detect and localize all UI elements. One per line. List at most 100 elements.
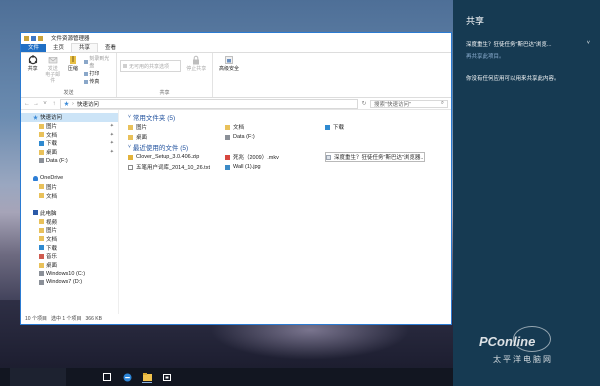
stop-sharing-label: 停止共享 [186, 66, 207, 72]
item-label: 桌面 [136, 135, 148, 141]
reshare-link[interactable]: 再共享此项目。 [466, 52, 600, 60]
nav-item[interactable]: 视频 [21, 217, 118, 226]
shared-item-dropdown[interactable]: 深度重生？狂徒任务"斯巴达"浏览... ˅ [466, 40, 600, 48]
watermark-subtitle: 太平洋电脑网 [493, 355, 553, 364]
frequent-folders-grid: 图片 文档 下载桌面 Data (F:) [128, 122, 451, 142]
recent-file-item[interactable]: 死兆（2009）.mkv [225, 152, 325, 162]
properties-icon[interactable] [31, 35, 36, 41]
share-pane-title: 共享 [466, 16, 485, 26]
frequent-folder-item[interactable]: Data (F:) [225, 132, 325, 142]
item-label: 五笔用户词库_2014_10_26.txt [136, 165, 210, 171]
nav-item[interactable]: 图片 [21, 183, 118, 192]
item-label: 深度重生？狂徒任务"斯巴达"浏览器... [334, 155, 425, 161]
recent-file-item[interactable]: 深度重生？狂徒任务"斯巴达"浏览器... [325, 152, 425, 162]
nav-item[interactable]: 文档 [21, 191, 118, 200]
fax-button[interactable]: 传真 [84, 78, 113, 85]
nav-item[interactable]: 文档 [21, 235, 118, 244]
nav-item-label: 桌面 [46, 150, 58, 157]
section-frequent-folders[interactable]: ˅ 常用文件夹 (5) [128, 112, 451, 122]
frequent-folder-item[interactable]: 文档 [225, 122, 325, 132]
recent-file-item[interactable]: 五笔用户词库_2014_10_26.txt [128, 162, 225, 172]
email-button[interactable]: 发送 电子邮件 [44, 55, 61, 85]
nav-item-label: 图片 [46, 124, 58, 131]
nav-item[interactable]: 快速访问 [21, 113, 118, 122]
tab-home[interactable]: 主页 [46, 44, 71, 52]
nav-item[interactable]: 图片 [21, 226, 118, 235]
pin-icon[interactable]: ✦ [110, 149, 114, 155]
nav-item[interactable]: 桌面 ✦ [21, 148, 118, 157]
nav-item[interactable]: 图片 ✦ [21, 122, 118, 131]
recent-file-item[interactable]: Wall (1).jpg [225, 162, 325, 172]
send-small-buttons: 刻录到光盘 打印 传真 [84, 55, 113, 85]
task-view-glyph [103, 373, 111, 381]
nav-item[interactable]: 下载 ✦ [21, 139, 118, 148]
chevron-down-icon: ˅ [128, 114, 131, 120]
tab-view[interactable]: 查看 [98, 44, 123, 52]
edge-glyph [123, 373, 131, 381]
address-path: 快速访问 [76, 101, 99, 108]
nav-item[interactable]: OneDrive [21, 174, 118, 183]
nav-item-label: 文档 [46, 193, 58, 200]
new-folder-icon[interactable] [38, 35, 43, 41]
share-with-label: 无可用的共享选项 [129, 63, 170, 70]
item-label: 文档 [233, 125, 245, 131]
nav-item[interactable]: Windows10 (C:) [21, 269, 118, 278]
stop-sharing-button[interactable]: 停止共享 [184, 55, 209, 72]
title-bar: 文件资源管理器 [21, 33, 451, 43]
star-icon [64, 101, 69, 106]
section-recent-files[interactable]: ˅ 最近使用的文件 (5) [128, 142, 451, 152]
print-button[interactable]: 打印 [84, 70, 113, 77]
nav-item-label: OneDrive [40, 175, 64, 182]
store-icon[interactable] [162, 372, 172, 382]
recent-file-item[interactable]: Clover_Setup_3.0.406.zip [128, 152, 225, 162]
pin-icon[interactable]: ✦ [110, 132, 114, 138]
nav-item[interactable]: Windows7 (D:) [21, 278, 118, 287]
tab-share[interactable]: 共享 [71, 43, 99, 52]
tab-file[interactable]: 文件 [21, 44, 47, 52]
nav-item[interactable]: 此电脑 [21, 209, 118, 218]
status-bar: 10 个项目 选中 1 个项目 366 KB [21, 314, 451, 323]
explorer-body: 快速访问 图片 ✦ 文档 ✦ 下载 ✦ 桌面 ✦ Data (F:) OneDrive 图片 文档 此电脑… [21, 110, 451, 314]
people-icon [123, 64, 127, 68]
forward-arrow-icon[interactable]: → [33, 101, 39, 107]
pin-icon[interactable]: ✦ [110, 123, 114, 129]
nav-item[interactable]: Data (F:) [21, 156, 118, 165]
up-arrow-icon[interactable]: ↑ [51, 101, 57, 107]
nav-item[interactable]: 桌面 [21, 261, 118, 270]
folder-icon [24, 35, 29, 41]
task-view-icon[interactable] [102, 372, 112, 382]
nav-item[interactable]: 下载 [21, 243, 118, 252]
pin-icon[interactable]: ✦ [110, 140, 114, 146]
edge-browser-icon[interactable] [122, 372, 132, 382]
file-explorer-taskbar-icon[interactable] [142, 372, 152, 383]
address-bar[interactable]: › 快速访问 [60, 98, 358, 109]
navigation-pane: 快速访问 图片 ✦ 文档 ✦ 下载 ✦ 桌面 ✦ Data (F:) OneDrive 图片 文档 此电脑… [21, 110, 119, 314]
frequent-folder-item[interactable]: 图片 [128, 122, 225, 132]
burn-disc-button[interactable]: 刻录到光盘 [84, 55, 113, 69]
cloud-icon [33, 175, 38, 181]
nav-item-label: 下载 [46, 245, 58, 252]
recent-files-grid: Clover_Setup_3.0.406.zip 死兆（2009）.mkv 深度重生… [128, 152, 451, 172]
item-label: Clover_Setup_3.0.406.zip [136, 154, 200, 160]
nav-item[interactable]: 文档 ✦ [21, 130, 118, 139]
taskbar-search-box[interactable] [10, 368, 66, 386]
share-with-box[interactable]: 无可用的共享选项 [120, 60, 181, 72]
nav-item-label: 桌面 [46, 263, 58, 270]
back-arrow-icon[interactable]: ← [24, 101, 30, 107]
status-selected: 选中 1 个项目 [50, 316, 82, 322]
download-icon [39, 140, 44, 146]
frequent-folder-item[interactable]: 桌面 [128, 132, 225, 142]
share-button[interactable]: 共享 [24, 55, 41, 85]
refresh-icon[interactable]: ↻ [361, 100, 367, 107]
zip-button[interactable]: 压缩 [64, 55, 81, 85]
nav-item[interactable]: 音乐 [21, 252, 118, 261]
advanced-security-button[interactable]: 高级安全 [216, 55, 242, 72]
nav-item-label: 快速访问 [40, 115, 63, 122]
frequent-folder-item[interactable]: 下载 [325, 122, 425, 132]
search-input[interactable]: 搜索"快速访问" ⌕ [370, 99, 448, 108]
folder-glyph [142, 372, 152, 381]
chevron-down-icon[interactable]: ˅ [42, 101, 48, 107]
nav-item-label: 文档 [46, 236, 58, 243]
address-bar-row: ← → ˅ ↑ › 快速访问 ↻ 搜索"快速访问" ⌕ [21, 98, 451, 110]
search-icon: ⌕ [440, 100, 444, 106]
